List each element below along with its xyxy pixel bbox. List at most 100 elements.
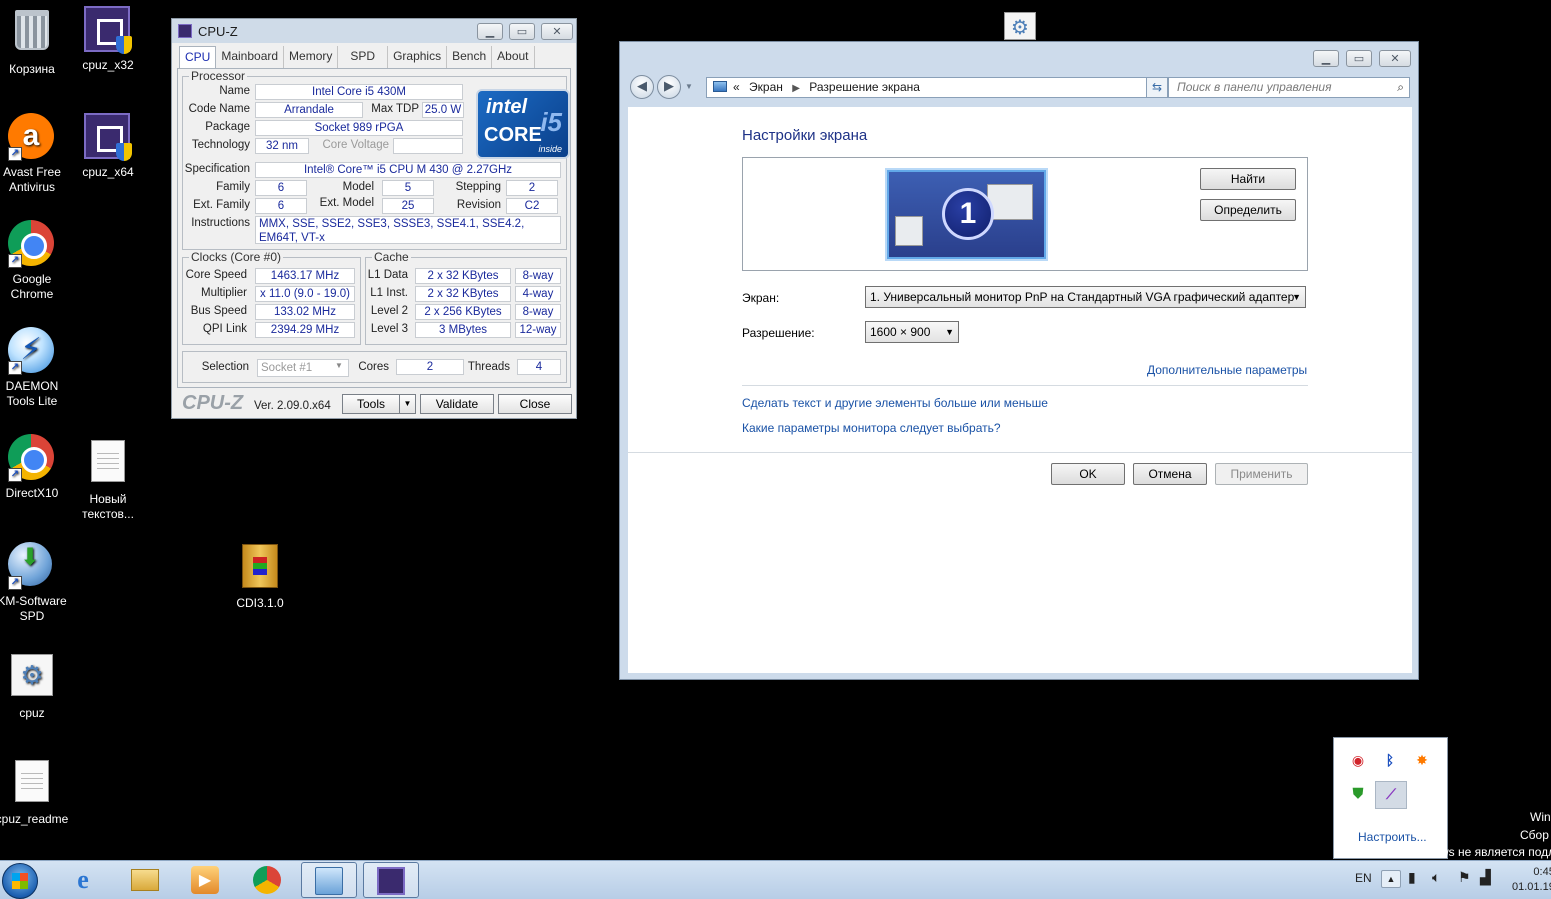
text-size-link[interactable]: Сделать текст и другие элементы больше и… — [742, 396, 1048, 410]
resolution-label: Разрешение: — [742, 326, 815, 340]
show-hidden-icons-icon[interactable]: ▲ — [1381, 870, 1401, 888]
volume-icon[interactable]: 🔈︎ — [1432, 869, 1440, 886]
cpuz-titlebar[interactable]: CPU-Z ▁ ▭ ✕ — [172, 19, 576, 43]
clock[interactable]: 0:45 01.01.19 — [1512, 865, 1551, 895]
security-shield-icon[interactable]: ⛊ — [1345, 781, 1371, 807]
refresh-button[interactable]: ⇆ — [1146, 77, 1168, 98]
validate-button[interactable]: Validate — [420, 394, 494, 414]
desktop-icon-google-chrome[interactable]: ↗ Google Chrome — [0, 220, 70, 302]
close-button[interactable]: Close — [498, 394, 572, 414]
desktop-icon-cpuz-x32[interactable]: cpuz_x32 — [70, 6, 146, 73]
avast-tray-icon[interactable]: ✸ — [1409, 748, 1435, 774]
l3-way: 12-way — [515, 322, 561, 338]
tab-cpu[interactable]: CPU — [179, 46, 217, 68]
forward-button[interactable]: ▶ — [657, 75, 681, 99]
page-title: Настройки экрана — [742, 127, 868, 144]
display-label: Экран: — [742, 291, 780, 305]
desktop-icon-cpuz-readme[interactable]: cpuz_readme — [0, 758, 70, 827]
selection-row: Selection Socket #1 ▼ Cores 2 Threads 4 — [182, 351, 567, 383]
desktop-icon-cdi[interactable]: CDI3.1.0 — [222, 542, 298, 611]
desktop-icon-cpuz[interactable]: ⚙ cpuz — [0, 652, 70, 721]
taskbar-ie[interactable]: e — [56, 862, 112, 898]
name-label: Name — [219, 85, 250, 97]
l3-label: Level 3 — [370, 323, 408, 335]
language-indicator[interactable]: EN — [1355, 871, 1372, 885]
chrome-icon: ↗ — [8, 220, 56, 268]
tab-spd[interactable]: SPD — [338, 46, 389, 68]
display-select[interactable]: 1. Универсальный монитор PnP на Стандарт… — [865, 286, 1306, 308]
monitor-number: 1 — [942, 188, 994, 240]
tab-graphics[interactable]: Graphics — [388, 46, 448, 68]
tab-mainboard[interactable]: Mainboard — [216, 46, 285, 68]
search-icon[interactable]: ⌕ — [1397, 78, 1404, 97]
find-button[interactable]: Найти — [1200, 168, 1296, 190]
desktop-icon-recycle-bin[interactable]: Корзина — [0, 6, 70, 77]
taskbar-media-player[interactable]: ▶ — [178, 862, 234, 898]
spec-label: Specification — [184, 163, 250, 175]
chevron-right-icon[interactable]: ▶ — [792, 83, 800, 94]
settings-file-icon[interactable]: ⚙ — [1004, 12, 1036, 40]
identify-button[interactable]: Определить — [1200, 199, 1296, 221]
search-input[interactable]: Поиск в панели управления ⌕ — [1168, 77, 1410, 98]
cpuz-window-title: CPU-Z — [198, 24, 238, 39]
red-app-icon[interactable]: ◉ — [1345, 748, 1371, 774]
bluetooth-icon[interactable]: ᛒ — [1377, 748, 1403, 774]
l2-way: 8-way — [515, 304, 561, 320]
threads-value: 4 — [517, 359, 561, 375]
cpuz-app-icon — [84, 6, 132, 54]
internet-explorer-icon: e — [77, 865, 89, 894]
breadcrumb-item-screen[interactable]: Экран — [749, 80, 783, 94]
multiplier-label: Multiplier — [200, 287, 247, 299]
clock-time: 0:45 — [1533, 866, 1551, 878]
maximize-button[interactable]: ▭ — [509, 23, 535, 40]
close-button[interactable]: ✕ — [1379, 50, 1411, 67]
pen-tablet-icon[interactable]: ⟋ — [1375, 781, 1407, 809]
customize-link[interactable]: Настроить... — [1358, 830, 1427, 844]
stepping-value: 2 — [506, 180, 558, 196]
tools-button[interactable]: Tools ▼ — [342, 394, 416, 414]
maxtdp-value: 25.0 W — [422, 102, 464, 118]
extfamily-value: 6 — [255, 198, 307, 214]
resolution-select[interactable]: 1600 × 900 ▼ — [865, 321, 959, 343]
desktop-icon-directx10[interactable]: ↗ DirectX10 — [0, 434, 70, 501]
network-signal-icon[interactable]: ▟ — [1480, 869, 1491, 886]
flag-icon[interactable]: ⚑ — [1458, 869, 1471, 886]
desktop-icon-cpuz-x64[interactable]: cpuz_x64 — [70, 113, 146, 180]
taskbar-chrome[interactable] — [240, 862, 296, 898]
tab-memory[interactable]: Memory — [284, 46, 339, 68]
tab-about[interactable]: About — [492, 46, 535, 68]
desktop-icon-km-software-spd[interactable]: ↗ KM-Software SPD — [0, 542, 70, 624]
taskbar-explorer[interactable] — [118, 862, 174, 898]
package-value: Socket 989 rPGA — [255, 120, 463, 136]
back-button[interactable]: ◀ — [630, 75, 654, 99]
breadcrumb[interactable]: « Экран ▶ Разрешение экрана ▼ — [706, 77, 1163, 98]
chevron-down-icon[interactable]: ▼ — [685, 82, 693, 91]
minimize-button[interactable]: ▁ — [1313, 50, 1339, 67]
advanced-settings-link[interactable]: Дополнительные параметры — [1147, 363, 1307, 377]
power-icon[interactable]: ▮ — [1408, 869, 1416, 886]
cpuz-app-icon — [84, 113, 132, 161]
apply-button[interactable]: Применить — [1215, 463, 1308, 485]
monitor-1-preview[interactable]: 1 — [887, 170, 1046, 259]
start-button[interactable] — [2, 863, 38, 899]
maximize-button[interactable]: ▭ — [1346, 50, 1372, 67]
l2-value: 2 x 256 KBytes — [415, 304, 511, 320]
tab-bench[interactable]: Bench — [447, 46, 493, 68]
ok-button[interactable]: OK — [1051, 463, 1125, 485]
taskbar-cpuz[interactable] — [363, 862, 419, 898]
taskbar-control-panel[interactable] — [301, 862, 357, 898]
cancel-button[interactable]: Отмена — [1133, 463, 1207, 485]
main-content: Настройки экрана 1 Найти Определить Экра… — [628, 107, 1412, 673]
desktop-icon-new-text-file[interactable]: Новый текстов... — [70, 438, 146, 522]
close-button[interactable]: ✕ — [541, 23, 573, 40]
desktop-icon-daemon-tools[interactable]: ⚡ ↗ DAEMON Tools Lite — [0, 327, 70, 409]
busspeed-value: 133.02 MHz — [255, 304, 355, 320]
display-settings-icon — [315, 867, 343, 895]
cache-group: Cache L1 Data 2 x 32 KBytes 8-way L1 Ins… — [365, 250, 567, 345]
l1i-way: 4-way — [515, 286, 561, 302]
monitor-params-link[interactable]: Какие параметры монитора следует выбрать… — [742, 421, 1001, 435]
breadcrumb-item-resolution[interactable]: Разрешение экрана — [809, 80, 920, 94]
chevron-down-icon[interactable]: ▼ — [399, 395, 415, 413]
desktop-icon-avast[interactable]: a ↗ Avast Free Antivirus — [0, 113, 70, 195]
minimize-button[interactable]: ▁ — [477, 23, 503, 40]
